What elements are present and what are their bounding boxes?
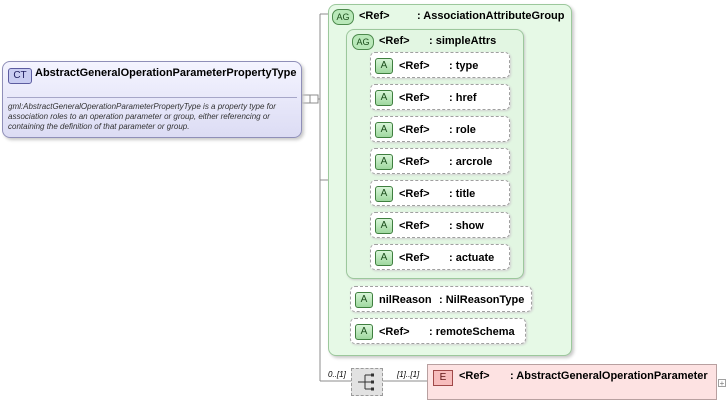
attribute-arcrole[interactable]: A <Ref> : arcrole [370, 148, 510, 174]
attribute-type[interactable]: A <Ref> : type [370, 52, 510, 78]
attribute-ref: <Ref> [399, 188, 430, 200]
attribute-name: : show [449, 220, 484, 232]
element-name: : AbstractGeneralOperationParameter [510, 370, 708, 382]
attribute-ref: <Ref> [399, 220, 430, 232]
attribute-name: : role [449, 124, 476, 136]
attribute-badge: A [375, 122, 393, 138]
attribute-name: : NilReasonType [439, 294, 525, 306]
attribute-ref: <Ref> [379, 326, 410, 338]
attribute-group-name: : AssociationAttributeGroup [417, 10, 565, 22]
expand-icon[interactable]: + [718, 379, 726, 388]
attribute-ref: nilReason [379, 294, 432, 306]
attribute-name: : href [449, 92, 477, 104]
attribute-name: : type [449, 60, 479, 72]
attribute-actuate[interactable]: A <Ref> : actuate [370, 244, 510, 270]
attribute-badge: A [375, 186, 393, 202]
attribute-name: : arcrole [449, 156, 493, 168]
element-ref: <Ref> [459, 370, 490, 382]
attribute-ref: <Ref> [399, 124, 430, 136]
attribute-name: : actuate [449, 252, 495, 264]
attribute-remote-schema[interactable]: A <Ref> : remoteSchema [350, 318, 526, 344]
attribute-badge: A [375, 218, 393, 234]
sequence-icon [358, 373, 374, 391]
attribute-badge: A [375, 154, 393, 170]
attribute-name: : remoteSchema [429, 326, 515, 338]
attribute-href[interactable]: A <Ref> : href [370, 84, 510, 110]
inner-attribute-group-ref: <Ref> [379, 35, 410, 47]
sequence-compositor[interactable] [351, 368, 383, 396]
attribute-badge: A [355, 324, 373, 340]
attribute-badge: A [355, 292, 373, 308]
attribute-ref: <Ref> [399, 92, 430, 104]
attribute-role[interactable]: A <Ref> : role [370, 116, 510, 142]
inner-attribute-group-name: : simpleAttrs [429, 35, 497, 47]
complex-type-box[interactable]: CT AbstractGeneralOperationParameterProp… [2, 61, 302, 138]
attribute-group-ref: <Ref> [359, 10, 390, 22]
complex-type-name: AbstractGeneralOperationParameterPropert… [35, 67, 297, 79]
inner-attribute-group-badge: AG [352, 34, 374, 50]
attribute-badge: A [375, 250, 393, 266]
attribute-group-badge: AG [332, 9, 354, 25]
element-abstract-general-operation-parameter[interactable]: E <Ref> : AbstractGeneralOperationParame… [427, 364, 717, 400]
attribute-badge: A [375, 90, 393, 106]
attribute-name: : title [449, 188, 476, 200]
complex-type-divider [7, 97, 297, 98]
complex-type-badge: CT [8, 68, 32, 84]
attribute-ref: <Ref> [399, 252, 430, 264]
element-badge: E [433, 370, 453, 386]
attribute-ref: <Ref> [399, 60, 430, 72]
element-cardinality: [1]..[1] [397, 370, 420, 379]
attribute-badge: A [375, 58, 393, 74]
sequence-cardinality: 0..[1] [328, 370, 346, 379]
attribute-ref: <Ref> [399, 156, 430, 168]
attribute-title[interactable]: A <Ref> : title [370, 180, 510, 206]
attribute-nil-reason[interactable]: A nilReason : NilReasonType [350, 286, 532, 312]
attribute-show[interactable]: A <Ref> : show [370, 212, 510, 238]
complex-type-documentation: gml:AbstractGeneralOperationParameterPro… [8, 102, 276, 131]
